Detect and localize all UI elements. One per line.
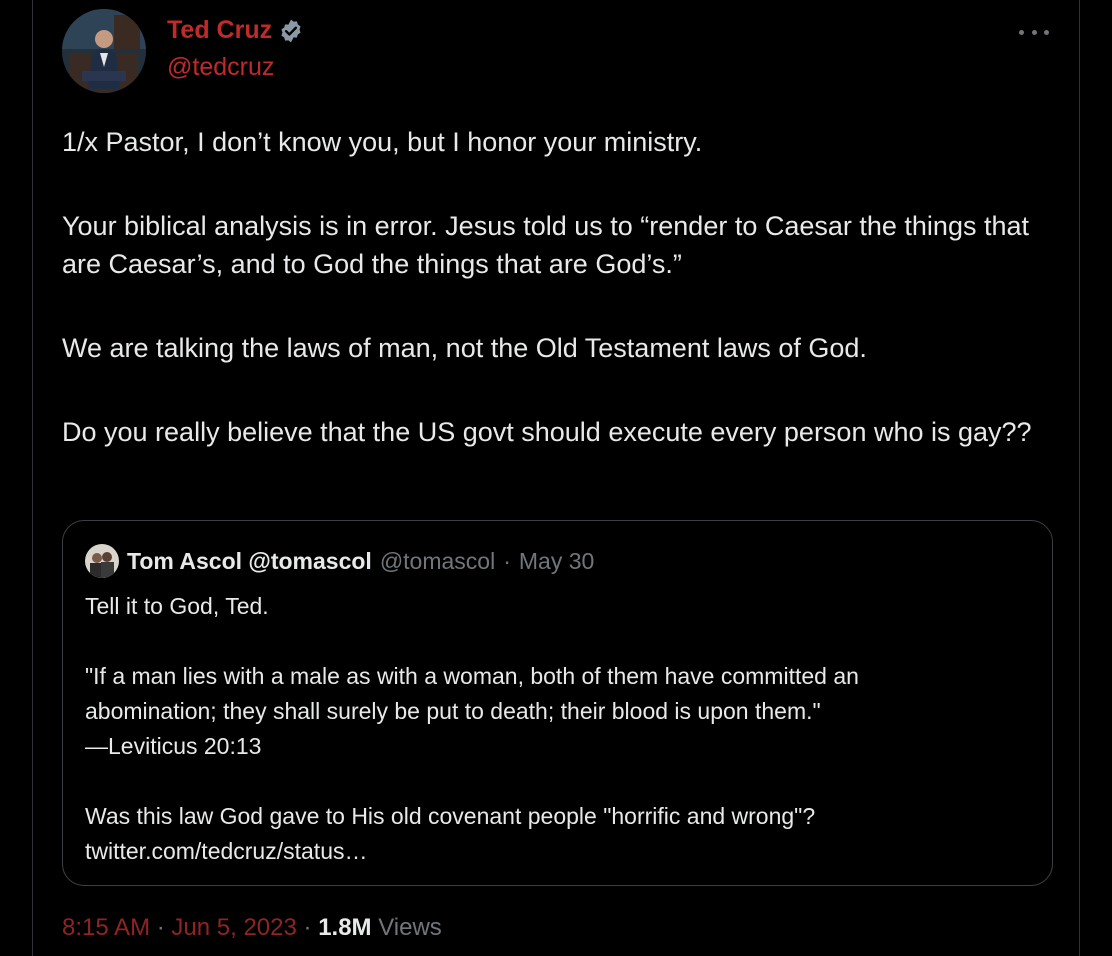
views-count: 1.8M: [318, 914, 372, 941]
more-options-icon[interactable]: [1019, 22, 1049, 42]
quoted-author-handle[interactable]: @tomascol: [380, 548, 495, 575]
author-avatar[interactable]: [62, 9, 146, 93]
tweet-meta: 8:15 AM · Jun 5, 2023 · 1.8M Views: [62, 914, 442, 942]
quoted-tweet-header: Tom Ascol @tomascol @tomascol · May 30: [85, 544, 594, 578]
quoted-paragraph: "If a man lies with a male as with a wom…: [85, 659, 1025, 764]
quoted-line: "If a man lies with a male as with a wom…: [85, 663, 859, 689]
views-label: Views: [378, 914, 442, 941]
quoted-tweet-card[interactable]: Tom Ascol @tomascol @tomascol · May 30 T…: [62, 520, 1053, 886]
quoted-link[interactable]: twitter.com/tedcruz/status…: [85, 834, 1025, 869]
author-handle[interactable]: @tedcruz: [167, 53, 274, 82]
author-name-row: Ted Cruz: [167, 16, 304, 45]
tweet-paragraph: Do you really believe that the US govt s…: [62, 417, 1032, 447]
quoted-date[interactable]: May 30: [519, 548, 594, 575]
tweet-date[interactable]: Jun 5, 2023: [171, 914, 296, 941]
meta-separator: ·: [156, 914, 165, 941]
quoted-line: Was this law God gave to His old covenan…: [85, 803, 816, 829]
quoted-line: —Leviticus 20:13: [85, 733, 262, 759]
verified-badge-icon[interactable]: [278, 18, 304, 44]
tweet-time[interactable]: 8:15 AM: [62, 914, 150, 941]
meta-separator: ·: [303, 914, 312, 941]
author-avatar-image: [62, 9, 146, 93]
quoted-author-avatar[interactable]: [85, 544, 119, 578]
quoted-separator: ·: [503, 547, 511, 574]
quoted-paragraph: Was this law God gave to His old covenan…: [85, 799, 1025, 869]
tweet-text: 1/x Pastor, I don’t know you, but I hono…: [62, 123, 1052, 451]
tweet-paragraph: We are talking the laws of man, not the …: [62, 333, 867, 363]
quoted-author-name[interactable]: Tom Ascol @tomascol: [127, 548, 372, 575]
tweet-paragraph: Your biblical analysis is in error. Jesu…: [62, 211, 1030, 279]
tweet-paragraph: 1/x Pastor, I don’t know you, but I hono…: [62, 127, 703, 157]
tweet-container: Ted Cruz @tedcruz 1/x Pastor, I don’t kn…: [32, 0, 1080, 956]
quoted-paragraph: Tell it to God, Ted.: [85, 593, 269, 619]
quoted-tweet-text: Tell it to God, Ted. "If a man lies with…: [85, 589, 1025, 869]
quoted-line: abomination; they shall surely be put to…: [85, 698, 821, 724]
author-name[interactable]: Ted Cruz: [167, 16, 272, 45]
